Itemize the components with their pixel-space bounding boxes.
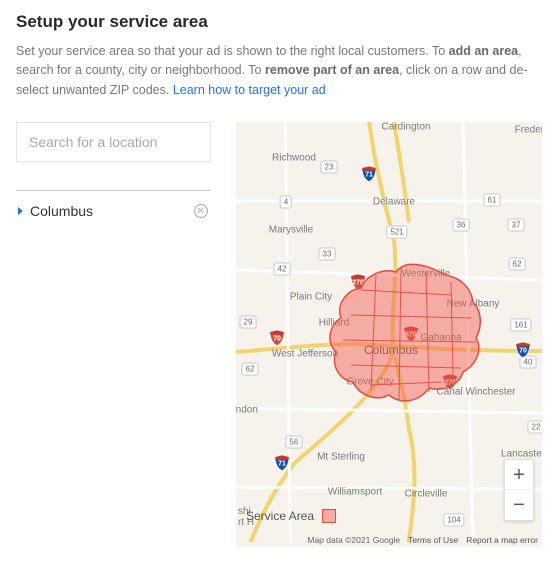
- zoom-control: + −: [504, 459, 534, 521]
- attrib-terms[interactable]: Terms of Use: [408, 535, 458, 545]
- route-shield: 37: [508, 219, 525, 232]
- zoom-in-button[interactable]: +: [505, 460, 533, 490]
- location-name: Columbus: [30, 203, 93, 219]
- caret-right-icon: [18, 207, 23, 215]
- route-shield: 62: [242, 363, 259, 376]
- route-shield: 42: [274, 263, 291, 276]
- map[interactable]: Columbus RichwoodCardingtonDelawareMarys…: [236, 122, 542, 547]
- map-label: Frederic: [515, 125, 542, 136]
- map-label: Williamsport: [328, 487, 382, 498]
- map-attribution: Map data ©2021 Google Terms of Use Repor…: [307, 535, 538, 545]
- map-label: ondon: [236, 405, 258, 416]
- interstate-shield: 70: [269, 330, 286, 347]
- map-label: Marysville: [269, 225, 313, 236]
- map-label: Mt Sterling: [317, 452, 365, 463]
- attrib-report[interactable]: Report a map error: [466, 535, 538, 545]
- learn-link[interactable]: Learn how to target your ad: [173, 83, 326, 97]
- route-shield: 521: [386, 226, 407, 239]
- route-shield: 161: [510, 319, 531, 332]
- route-shield: 29: [240, 316, 257, 329]
- remove-icon[interactable]: [194, 204, 208, 218]
- legend-swatch: [322, 509, 336, 523]
- route-shield: 22: [528, 421, 542, 434]
- location-row[interactable]: Columbus: [16, 191, 211, 229]
- interstate-shield: 70: [515, 342, 532, 359]
- route-shield: 61: [484, 194, 501, 207]
- map-label: Circleville: [405, 489, 448, 500]
- route-shield: 56: [286, 436, 303, 449]
- route-shield: 23: [321, 161, 338, 174]
- map-label: Lancaster: [501, 449, 542, 460]
- map-legend: Service Area: [246, 509, 336, 523]
- attrib-data: Map data ©2021 Google: [307, 535, 400, 545]
- interstate-shield: 71: [274, 455, 291, 472]
- page-description: Set your service area so that your ad is…: [16, 42, 542, 100]
- legend-label: Service Area: [246, 509, 314, 523]
- search-input[interactable]: [16, 122, 211, 162]
- map-label: Cardington: [382, 122, 431, 133]
- interstate-shield: 71: [361, 166, 378, 183]
- service-area-overlay: [321, 260, 491, 410]
- map-label: Richwood: [272, 153, 316, 164]
- route-shield: 62: [509, 258, 526, 271]
- route-shield: 104: [443, 514, 464, 527]
- page-title: Setup your service area: [16, 12, 542, 32]
- route-shield: 4: [280, 196, 292, 209]
- zoom-out-button[interactable]: −: [505, 490, 533, 520]
- map-label: Delaware: [373, 197, 415, 208]
- route-shield: 33: [319, 248, 336, 261]
- route-shield: 36: [453, 219, 470, 232]
